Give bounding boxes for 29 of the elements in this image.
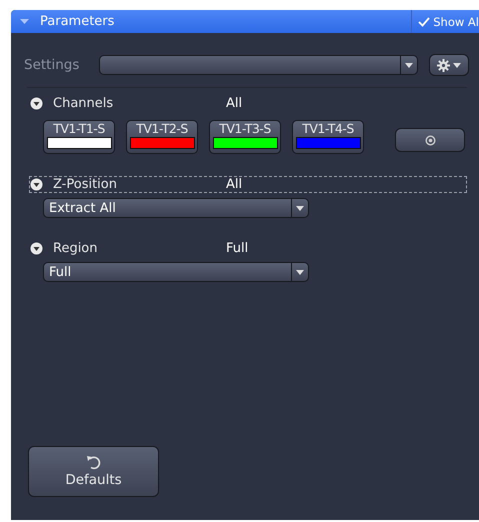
gear-icon (437, 58, 450, 72)
section-header[interactable]: Channels All (29, 95, 467, 112)
show-all-checkbox[interactable]: Show Al (411, 10, 479, 33)
channel-button[interactable]: TV1-T1-S (43, 120, 115, 154)
collapse-icon (30, 97, 43, 110)
dropdown-arrow-icon (296, 206, 304, 210)
record-button[interactable] (395, 128, 465, 152)
channel-button[interactable]: TV1-T2-S (126, 120, 198, 154)
settings-gear-button[interactable] (429, 54, 469, 76)
section-header[interactable]: Region Full (29, 240, 467, 257)
caret-icon (20, 18, 29, 24)
target-icon (424, 134, 436, 146)
section-dropdown[interactable]: Extract All (43, 198, 309, 218)
collapse-icon (30, 178, 43, 191)
dropdown-arrow-icon (296, 270, 304, 274)
dropdown-arrow-icon (453, 62, 461, 68)
section-dropdown[interactable]: Full (43, 262, 309, 282)
panel-title: Parameters (40, 14, 116, 29)
dropdown-arrow-icon (405, 62, 413, 68)
panel-header[interactable]: Parameters Show Al (11, 10, 479, 33)
checkmark-icon (418, 16, 430, 26)
collapse-icon (30, 242, 43, 255)
channel-button[interactable]: TV1-T3-S (209, 120, 281, 154)
undo-icon (86, 455, 102, 470)
settings-label: Settings (24, 57, 80, 73)
channel-button[interactable]: TV1-T4-S (292, 120, 364, 154)
section-header[interactable]: Z-Position All (29, 176, 467, 193)
settings-dropdown[interactable] (99, 55, 418, 75)
defaults-button[interactable]: Defaults (28, 446, 159, 497)
